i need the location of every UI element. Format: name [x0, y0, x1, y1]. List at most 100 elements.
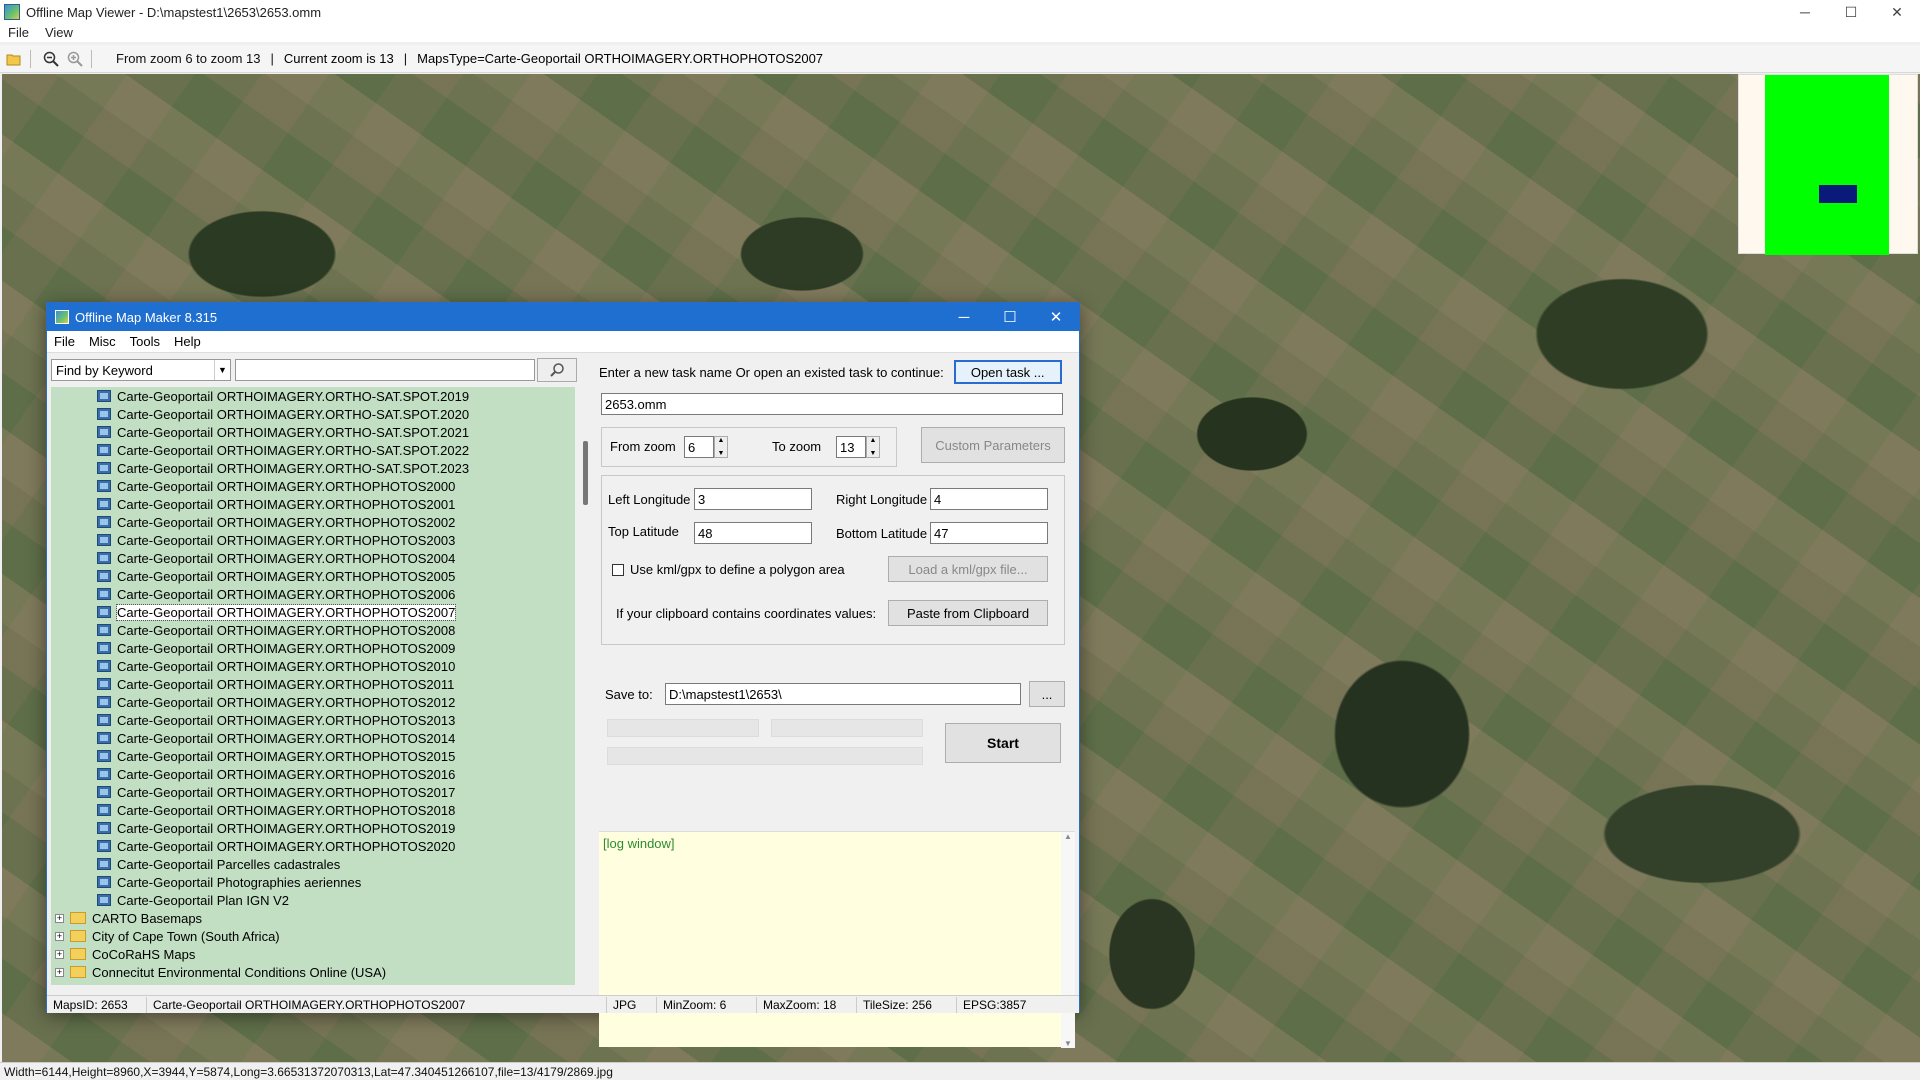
bottom-latitude-field[interactable]: 47 [930, 522, 1048, 544]
tree-item[interactable]: Carte-Geoportail Parcelles cadastrales [51, 855, 575, 873]
stepper-arrows-icon[interactable]: ▲ ▼ [866, 436, 880, 458]
left-longitude-field[interactable]: 3 [694, 488, 812, 510]
tree-folder[interactable]: + CARTO Basemaps [51, 909, 575, 927]
tree-item[interactable]: Carte-Geoportail ORTHOIMAGERY.ORTHOPHOTO… [51, 567, 575, 585]
folder-icon [70, 912, 86, 924]
stepper-arrows-icon[interactable]: ▲ ▼ [714, 436, 728, 458]
dialog-close-button[interactable]: ✕ [1033, 303, 1079, 331]
chevron-down-icon: ▼ [214, 360, 230, 380]
tree-item[interactable]: Carte-Geoportail ORTHOIMAGERY.ORTHOPHOTO… [51, 585, 575, 603]
tree-item[interactable]: Carte-Geoportail ORTHOIMAGERY.ORTHO-SAT.… [51, 405, 575, 423]
to-zoom-stepper[interactable]: 13 ▲ ▼ [836, 436, 880, 458]
tree-item[interactable]: Carte-Geoportail ORTHOIMAGERY.ORTHO-SAT.… [51, 459, 575, 477]
maps-type-text: MapsType=Carte-Geoportail ORTHOIMAGERY.O… [417, 51, 824, 66]
zoom-out-icon[interactable] [41, 49, 61, 69]
minimap[interactable] [1738, 74, 1918, 255]
tree-item[interactable]: Carte-Geoportail ORTHOIMAGERY.ORTHOPHOTO… [51, 819, 575, 837]
status-map-name: Carte-Geoportail ORTHOIMAGERY.ORTHOPHOTO… [147, 996, 607, 1013]
load-kml-button[interactable]: Load a kml/gpx file... [888, 556, 1048, 582]
top-latitude-field[interactable]: 48 [694, 522, 812, 544]
map-source-tree[interactable]: Carte-Geoportail ORTHOIMAGERY.ORTHO-SAT.… [51, 387, 575, 985]
dialog-menu-tools[interactable]: Tools [123, 334, 167, 349]
menu-view[interactable]: View [37, 25, 81, 40]
tree-item[interactable]: Carte-Geoportail ORTHOIMAGERY.ORTHO-SAT.… [51, 423, 575, 441]
search-mode-select[interactable]: Find by Keyword ▼ [51, 359, 231, 381]
minimap-extent [1765, 75, 1889, 255]
dialog-menu-help[interactable]: Help [167, 334, 208, 349]
map-layer-icon [97, 822, 111, 834]
to-zoom-value[interactable]: 13 [836, 436, 866, 458]
kml-polygon-checkbox[interactable] [612, 564, 624, 576]
custom-parameters-button[interactable]: Custom Parameters [921, 427, 1065, 463]
tree-item[interactable]: Carte-Geoportail ORTHOIMAGERY.ORTHOPHOTO… [51, 837, 575, 855]
tree-folder[interactable]: + CoCoRaHS Maps [51, 945, 575, 963]
open-folder-icon[interactable] [4, 49, 24, 69]
close-button[interactable]: ✕ [1874, 0, 1920, 24]
tree-item[interactable]: Carte-Geoportail ORTHOIMAGERY.ORTHOPHOTO… [51, 675, 575, 693]
progress-bar-1 [607, 719, 759, 737]
log-scrollbar[interactable]: ▲ ▼ [1061, 832, 1075, 1048]
log-window[interactable]: [log window] ▲ ▼ [599, 831, 1075, 1048]
from-zoom-value[interactable]: 6 [684, 436, 714, 458]
map-layer-icon [97, 444, 111, 456]
tree-item[interactable]: Carte-Geoportail ORTHOIMAGERY.ORTHOPHOTO… [51, 603, 575, 621]
tree-item-label: Carte-Geoportail ORTHOIMAGERY.ORTHOPHOTO… [117, 568, 456, 584]
task-name-field[interactable]: 2653.omm [601, 393, 1063, 415]
tree-item[interactable]: Carte-Geoportail ORTHOIMAGERY.ORTHOPHOTO… [51, 639, 575, 657]
tree-item[interactable]: Carte-Geoportail ORTHOIMAGERY.ORTHO-SAT.… [51, 387, 575, 405]
expand-icon[interactable]: + [55, 949, 64, 959]
status-min-zoom: MinZoom: 6 [657, 996, 757, 1013]
expand-icon[interactable]: + [55, 967, 64, 977]
search-button[interactable] [537, 358, 577, 382]
tree-item[interactable]: Carte-Geoportail ORTHOIMAGERY.ORTHOPHOTO… [51, 549, 575, 567]
app-icon [4, 4, 20, 20]
menu-file[interactable]: File [0, 25, 37, 40]
log-text: [log window] [603, 836, 675, 851]
paste-clipboard-button[interactable]: Paste from Clipboard [888, 600, 1048, 626]
minimize-button[interactable]: ─ [1782, 0, 1828, 24]
tree-item[interactable]: Carte-Geoportail ORTHOIMAGERY.ORTHOPHOTO… [51, 711, 575, 729]
tree-item[interactable]: Carte-Geoportail ORTHOIMAGERY.ORTHOPHOTO… [51, 747, 575, 765]
search-input[interactable] [235, 359, 535, 381]
start-button[interactable]: Start [945, 723, 1061, 763]
zoom-in-icon[interactable] [65, 49, 85, 69]
maximize-button[interactable]: ☐ [1828, 0, 1874, 24]
tree-item[interactable]: Carte-Geoportail ORTHOIMAGERY.ORTHOPHOTO… [51, 729, 575, 747]
tree-item-label: Carte-Geoportail ORTHOIMAGERY.ORTHOPHOTO… [117, 784, 456, 800]
right-longitude-field[interactable]: 4 [930, 488, 1048, 510]
map-layer-icon [97, 642, 111, 654]
tree-item[interactable]: Carte-Geoportail ORTHOIMAGERY.ORTHO-SAT.… [51, 441, 575, 459]
tree-scrollbar-thumb[interactable] [583, 441, 588, 505]
tree-item[interactable]: Carte-Geoportail ORTHOIMAGERY.ORTHOPHOTO… [51, 657, 575, 675]
tree-item[interactable]: Carte-Geoportail Plan IGN V2 [51, 891, 575, 909]
toolbar-divider: | [270, 51, 274, 66]
save-path-field[interactable]: D:\mapstest1\2653\ [665, 683, 1021, 705]
dialog-menu-misc[interactable]: Misc [82, 334, 123, 349]
tree-folder[interactable]: + Connecitut Environmental Conditions Onl… [51, 963, 575, 981]
tree-item-label: Carte-Geoportail ORTHOIMAGERY.ORTHOPHOTO… [117, 802, 456, 818]
tree-item[interactable]: Carte-Geoportail ORTHOIMAGERY.ORTHOPHOTO… [51, 513, 575, 531]
from-zoom-stepper[interactable]: 6 ▲ ▼ [684, 436, 728, 458]
expand-icon[interactable]: + [55, 913, 64, 923]
dialog-minimize-button[interactable]: ─ [941, 303, 987, 331]
tree-item[interactable]: Carte-Geoportail ORTHOIMAGERY.ORTHOPHOTO… [51, 801, 575, 819]
tree-item[interactable]: Carte-Geoportail ORTHOIMAGERY.ORTHOPHOTO… [51, 531, 575, 549]
browse-button[interactable]: ... [1029, 681, 1065, 707]
tree-item[interactable]: Carte-Geoportail ORTHOIMAGERY.ORTHOPHOTO… [51, 621, 575, 639]
tree-item[interactable]: Carte-Geoportail Photographies aeriennes [51, 873, 575, 891]
tree-folder[interactable]: + City of Cape Town (South Africa) [51, 927, 575, 945]
dialog-menubar: File Misc Tools Help [47, 331, 1079, 353]
dialog-menu-file[interactable]: File [47, 334, 82, 349]
map-layer-icon [97, 804, 111, 816]
tree-item[interactable]: Carte-Geoportail ORTHOIMAGERY.ORTHOPHOTO… [51, 783, 575, 801]
tree-item[interactable]: Carte-Geoportail ORTHOIMAGERY.ORTHOPHOTO… [51, 765, 575, 783]
tree-item[interactable]: Carte-Geoportail ORTHOIMAGERY.ORTHOPHOTO… [51, 495, 575, 513]
current-zoom-text: Current zoom is 13 [283, 51, 394, 66]
tree-item-label: Carte-Geoportail ORTHOIMAGERY.ORTHOPHOTO… [115, 603, 457, 621]
tree-item[interactable]: Carte-Geoportail ORTHOIMAGERY.ORTHOPHOTO… [51, 477, 575, 495]
minimap-viewport[interactable] [1819, 185, 1857, 203]
tree-item[interactable]: Carte-Geoportail ORTHOIMAGERY.ORTHOPHOTO… [51, 693, 575, 711]
open-task-button[interactable]: Open task ... [953, 360, 1062, 384]
expand-icon[interactable]: + [55, 931, 64, 941]
dialog-maximize-button[interactable]: ☐ [987, 303, 1033, 331]
